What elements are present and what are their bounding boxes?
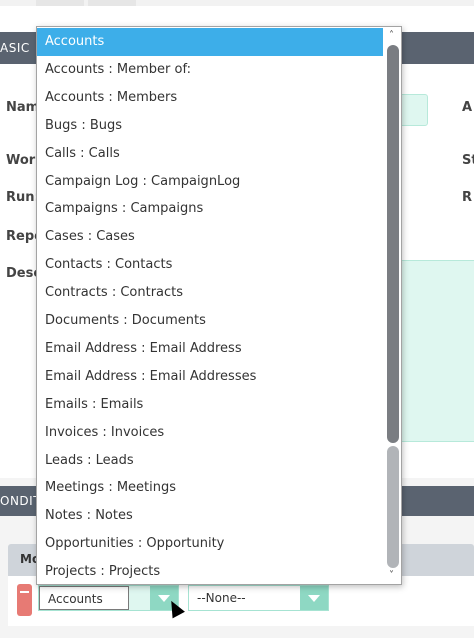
dropdown-option[interactable]: Accounts bbox=[37, 28, 383, 56]
scroll-up-icon[interactable]: ˄ bbox=[389, 30, 394, 41]
scroll-down-icon[interactable]: ˅ bbox=[389, 570, 394, 581]
top-tab-segment bbox=[88, 0, 136, 6]
dropdown-option[interactable]: Accounts : Member of: bbox=[37, 56, 383, 84]
dropdown-option[interactable]: Invoices : Invoices bbox=[37, 419, 383, 447]
dropdown-option[interactable]: Accounts : Members bbox=[37, 84, 383, 112]
dropdown-option[interactable]: Contacts : Contacts bbox=[37, 251, 383, 279]
right-label-r: R bbox=[462, 190, 473, 205]
dropdown-option[interactable]: Documents : Documents bbox=[37, 307, 383, 335]
operator-select[interactable]: --None-- bbox=[188, 585, 329, 611]
remove-condition-button[interactable] bbox=[17, 584, 32, 616]
top-strip bbox=[0, 0, 474, 6]
dropdown-option[interactable]: Notes : Notes bbox=[37, 502, 383, 530]
module-select[interactable]: Accounts bbox=[38, 585, 179, 611]
dropdown-option[interactable]: Leads : Leads bbox=[37, 447, 383, 475]
basic-section-title: ASIC bbox=[0, 41, 30, 55]
dropdown-option[interactable]: Campaigns : Campaigns bbox=[37, 195, 383, 223]
description-textarea[interactable] bbox=[400, 260, 474, 442]
dropdown-option[interactable]: Email Address : Email Addresses bbox=[37, 363, 383, 391]
name-label: Nam bbox=[6, 100, 40, 115]
dropdown-option[interactable]: Bugs : Bugs bbox=[37, 112, 383, 140]
top-tab-segment bbox=[36, 0, 84, 6]
dropdown-option[interactable]: Cases : Cases bbox=[37, 223, 383, 251]
right-label-status: St bbox=[462, 153, 474, 168]
dropdown-option[interactable]: Campaign Log : CampaignLog bbox=[37, 168, 383, 196]
module-select-value: Accounts bbox=[39, 586, 129, 610]
dropdown-scrollbar[interactable]: ˄ ˅ bbox=[385, 27, 401, 584]
operator-select-value: --None-- bbox=[189, 586, 302, 610]
dropdown-option[interactable]: Contracts : Contracts bbox=[37, 279, 383, 307]
chevron-down-icon[interactable] bbox=[300, 586, 328, 610]
scrollbar-track-lower[interactable] bbox=[387, 446, 399, 568]
dropdown-option[interactable]: Calls : Calls bbox=[37, 140, 383, 168]
scrollbar-thumb[interactable] bbox=[387, 45, 399, 443]
dropdown-option[interactable]: Meetings : Meetings bbox=[37, 474, 383, 502]
module-dropdown-list[interactable]: Accounts Accounts : Member of: Accounts : … bbox=[36, 26, 402, 585]
run-label: Run: bbox=[6, 190, 40, 205]
right-label-a: A bbox=[462, 100, 473, 115]
dropdown-option[interactable]: Projects : Projects bbox=[37, 558, 383, 584]
dropdown-option[interactable]: Emails : Emails bbox=[37, 391, 383, 419]
dropdown-option[interactable]: Opportunities : Opportunity bbox=[37, 530, 383, 558]
conditions-section-title: ONDIT bbox=[0, 494, 42, 508]
dropdown-option[interactable]: Email Address : Email Address bbox=[37, 335, 383, 363]
